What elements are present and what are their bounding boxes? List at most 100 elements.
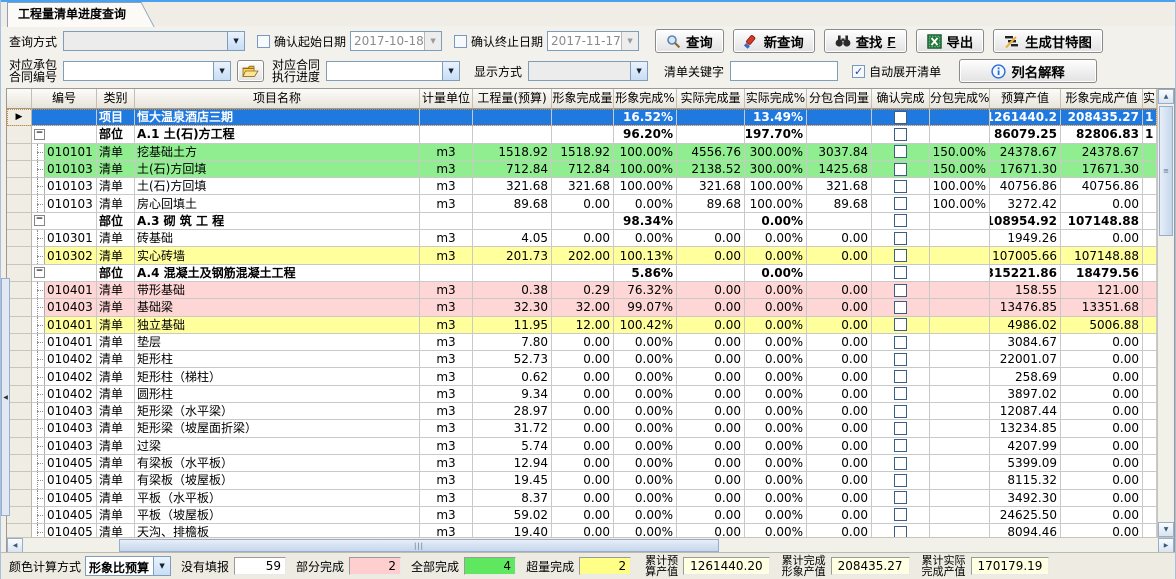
table-row[interactable]: 010405清单平板（坡屋板）m359.020.000.00%0.000.00%… bbox=[7, 507, 1157, 524]
collapse-icon[interactable]: − bbox=[34, 267, 45, 278]
confirm-checkbox[interactable] bbox=[894, 197, 907, 210]
table-row[interactable]: 010402清单圆形柱m39.340.000.00%0.000.00%0.003… bbox=[7, 386, 1157, 403]
h-scrollbar[interactable]: ◀ ||| ▶ bbox=[7, 537, 1174, 553]
grid-header-cell[interactable]: 实际完成量 bbox=[677, 89, 745, 109]
confirm-checkbox[interactable] bbox=[894, 232, 907, 245]
confirm-checkbox[interactable] bbox=[894, 301, 907, 314]
scroll-up-button[interactable]: ▲ bbox=[1158, 89, 1174, 104]
confirm-checkbox[interactable] bbox=[894, 284, 907, 297]
chevron-down-icon[interactable]: ▼ bbox=[424, 32, 441, 50]
confirm-checkbox[interactable] bbox=[894, 439, 907, 452]
confirm-checkbox[interactable] bbox=[894, 249, 907, 262]
export-button[interactable]: 导出 bbox=[916, 29, 985, 53]
color-mode-select[interactable]: 形象比预算 ▼ bbox=[85, 556, 171, 576]
chevron-down-icon[interactable]: ▼ bbox=[213, 62, 230, 80]
end-date-checkbox[interactable] bbox=[454, 35, 467, 48]
table-row[interactable]: 010401清单带形基础m30.380.2976.32%0.000.00%0.0… bbox=[7, 282, 1157, 299]
table-row[interactable]: 010301清单砖基础m34.050.000.00%0.000.00%0.001… bbox=[7, 230, 1157, 247]
confirm-checkbox[interactable] bbox=[894, 405, 907, 418]
contract-no-select[interactable]: ▼ bbox=[63, 61, 231, 81]
confirm-checkbox[interactable] bbox=[894, 474, 907, 487]
splitter-collapse-button[interactable]: ◀ bbox=[1, 278, 10, 516]
grid-header-cell[interactable]: 确认完成 bbox=[872, 89, 930, 109]
grid-header-cell[interactable]: 项目名称 bbox=[135, 89, 420, 109]
tab-progress-query[interactable]: 工程量清单进度查询 bbox=[7, 2, 135, 27]
open-folder-button[interactable] bbox=[237, 60, 264, 82]
chevron-down-icon[interactable]: ▼ bbox=[153, 557, 170, 575]
v-scrollbar[interactable]: ▲ ≡ ▼ bbox=[1157, 89, 1174, 537]
table-row[interactable]: −部位A.3 砌 筑 工 程98.34%0.00%108954.92107148… bbox=[7, 213, 1157, 230]
table-row[interactable]: 010103清单土(石)方回填m3321.68321.68100.00%321.… bbox=[7, 178, 1157, 195]
confirm-checkbox[interactable] bbox=[894, 491, 907, 504]
end-date-picker[interactable]: 2017-11-17 ▼ bbox=[547, 31, 639, 51]
confirm-checkbox[interactable] bbox=[894, 336, 907, 349]
scroll-down-button[interactable]: ▼ bbox=[1158, 522, 1174, 537]
chevron-down-icon[interactable]: ▼ bbox=[227, 32, 244, 50]
start-date-picker[interactable]: 2017-10-18 ▼ bbox=[350, 31, 442, 51]
grid-header-cell[interactable]: 实际完成产值 bbox=[1143, 89, 1157, 109]
scroll-left-button[interactable]: ◀ bbox=[7, 538, 23, 553]
table-row[interactable]: 010402清单矩形柱m352.730.000.00%0.000.00%0.00… bbox=[7, 351, 1157, 368]
confirm-checkbox[interactable] bbox=[894, 128, 907, 141]
grid-header-cell[interactable]: 实际完成% bbox=[745, 89, 807, 109]
confirm-checkbox[interactable] bbox=[894, 370, 907, 383]
auto-expand-checkbox[interactable]: ✓ bbox=[852, 65, 865, 78]
grid-header-cell[interactable]: 计量单位 bbox=[420, 89, 473, 109]
table-row[interactable]: 010302清单实心砖墙m3201.73202.00100.13%0.000.0… bbox=[7, 247, 1157, 264]
grid-header-cell[interactable]: 形象完成产值 bbox=[1061, 89, 1143, 109]
confirm-checkbox[interactable] bbox=[894, 526, 907, 537]
confirm-checkbox[interactable] bbox=[894, 180, 907, 193]
confirm-checkbox[interactable] bbox=[894, 387, 907, 400]
table-row[interactable]: 010103清单土(石)方回填m3712.84712.84100.00%2138… bbox=[7, 161, 1157, 178]
confirm-checkbox[interactable] bbox=[894, 266, 907, 279]
table-row[interactable]: 010405清单有梁板（水平板）m312.940.000.00%0.000.00… bbox=[7, 455, 1157, 472]
chevron-down-icon[interactable]: ▼ bbox=[621, 32, 638, 50]
gantt-button[interactable]: 生成甘特图 bbox=[993, 29, 1103, 53]
column-help-button[interactable]: 列名解释 bbox=[959, 59, 1097, 83]
collapse-icon[interactable]: − bbox=[34, 129, 45, 140]
collapse-icon[interactable]: − bbox=[34, 215, 45, 226]
table-row[interactable]: 010403清单过梁m35.740.000.00%0.000.00%0.0042… bbox=[7, 438, 1157, 455]
confirm-checkbox[interactable] bbox=[894, 422, 907, 435]
table-row[interactable]: ▶项目恒大温泉酒店三期16.52%13.49%1261440.2208435.2… bbox=[7, 109, 1157, 126]
confirm-checkbox[interactable] bbox=[894, 457, 907, 470]
confirm-checkbox[interactable] bbox=[894, 318, 907, 331]
confirm-checkbox[interactable] bbox=[894, 353, 907, 366]
confirm-checkbox[interactable] bbox=[894, 111, 907, 124]
chevron-down-icon[interactable]: ▼ bbox=[630, 62, 647, 80]
h-scroll-thumb[interactable]: ||| bbox=[119, 539, 719, 552]
table-row[interactable]: 010403清单矩形梁（水平梁）m328.970.000.00%0.000.00… bbox=[7, 403, 1157, 420]
table-row[interactable]: 010103清单房心回填土m389.680.000.00%89.68100.00… bbox=[7, 195, 1157, 212]
scroll-right-button[interactable]: ▶ bbox=[1158, 538, 1174, 553]
table-row[interactable]: 010405清单平板（水平板）m38.370.000.00%0.000.00%0… bbox=[7, 490, 1157, 507]
confirm-checkbox[interactable] bbox=[894, 508, 907, 521]
grid-header-cell[interactable]: 分包完成% bbox=[930, 89, 990, 109]
table-row[interactable]: 010403清单基础梁m332.3032.0099.07%0.000.00%0.… bbox=[7, 299, 1157, 316]
grid-header-cell[interactable]: 工程量(预算) bbox=[473, 89, 552, 109]
find-button[interactable]: 查找F bbox=[824, 29, 907, 53]
table-row[interactable]: 010403清单矩形梁（坡屋面折梁）m331.720.000.00%0.000.… bbox=[7, 420, 1157, 437]
table-row[interactable]: −部位A.4 混凝土及钢筋混凝土工程5.86%0.00%315221.86184… bbox=[7, 265, 1157, 282]
query-mode-select[interactable]: ▼ bbox=[63, 31, 245, 51]
table-row[interactable]: −部位A.1 土(石)方工程96.20%197.70%86079.2582806… bbox=[7, 126, 1157, 143]
grid-header-cell[interactable]: 编号 bbox=[32, 89, 97, 109]
contract-progress-select[interactable]: ▼ bbox=[326, 61, 460, 81]
grid-header-cell[interactable]: 形象完成% bbox=[614, 89, 677, 109]
table-row[interactable]: 010401清单独立基础m311.9512.00100.42%0.000.00%… bbox=[7, 317, 1157, 334]
chevron-down-icon[interactable]: ▼ bbox=[442, 62, 459, 80]
new-query-button[interactable]: 新查询 bbox=[733, 29, 815, 53]
table-row[interactable]: 010101清单挖基础土方m31518.921518.92100.00%4556… bbox=[7, 144, 1157, 161]
keyword-input[interactable] bbox=[730, 61, 838, 81]
grid-header-cell[interactable]: 形象完成量 bbox=[552, 89, 614, 109]
display-mode-select[interactable]: ▼ bbox=[528, 61, 648, 81]
table-row[interactable]: 010402清单矩形柱（梯柱）m30.620.000.00%0.000.00%0… bbox=[7, 368, 1157, 385]
confirm-checkbox[interactable] bbox=[894, 145, 907, 158]
grid-header-cell[interactable]: 预算产值 bbox=[990, 89, 1061, 109]
v-scroll-thumb[interactable]: ≡ bbox=[1159, 106, 1173, 236]
table-row[interactable]: 010405清单天沟、排檐板m319.400.000.00%0.000.00%0… bbox=[7, 524, 1157, 537]
start-date-checkbox[interactable] bbox=[257, 35, 270, 48]
grid-header-cell[interactable]: 分包合同量 bbox=[807, 89, 872, 109]
grid-header-cell[interactable]: 类别 bbox=[97, 89, 135, 109]
confirm-checkbox[interactable] bbox=[894, 163, 907, 176]
query-button[interactable]: 查询 bbox=[655, 29, 724, 53]
